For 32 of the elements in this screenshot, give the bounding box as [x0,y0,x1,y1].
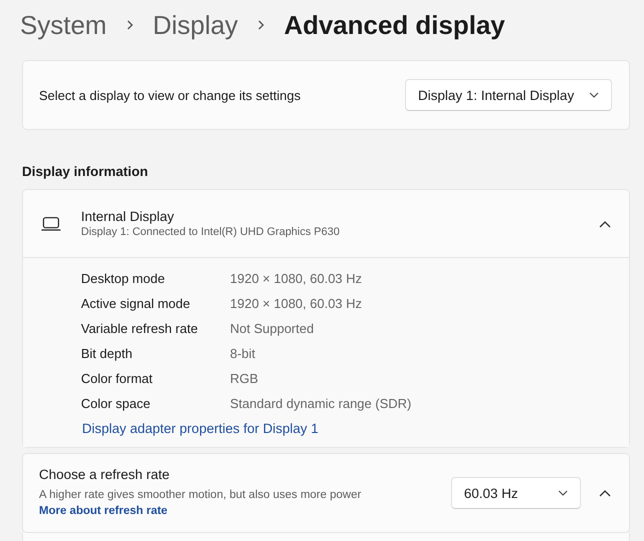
breadcrumb-item[interactable]: System [20,10,107,40]
breadcrumb-item[interactable]: Display [152,10,238,40]
display-connection: Display 1: Connected to Intel(R) UHD Graphics P630 [81,226,341,238]
more-link[interactable]: More about refresh rate [39,505,168,517]
info-label: Color format [81,371,154,386]
setting-label: Select a display to view or change its settings [39,88,301,102]
laptop-icon [41,216,61,230]
info-value: 1920 × 1080, 60.03 Hz [230,271,362,286]
chevron-up-icon[interactable] [599,489,611,497]
breadcrumb-item: Advanced display [284,10,506,40]
display-name: Internal Display [81,209,176,224]
chevron-down-icon [558,490,568,496]
info-label: Bit depth [81,346,134,361]
chevron-right-icon [256,19,266,31]
info-value: 8-bit [230,346,256,361]
chevron-up-icon[interactable] [599,220,611,228]
setting-title: Choose a refresh rate [39,467,171,483]
info-value: Not Supported [230,321,314,336]
setting-description: A higher rate gives smoother motion, but also uses more power More about refresh rate [39,488,362,519]
info-value: RGB [230,371,258,386]
info-value: 1920 × 1080, 60.03 Hz [230,296,362,311]
adapter-properties-link[interactable]: Display adapter properties for Display 1 [82,416,318,441]
info-value: Standard dynamic range (SDR) [230,396,412,411]
info-label: Color space [81,396,152,411]
display-dropdown[interactable]: Display 1: Internal Display [405,79,612,111]
info-label: Active signal mode [81,296,192,311]
info-label: Desktop mode [81,271,166,286]
section-title: Display information [22,164,150,179]
chevron-down-icon [589,92,599,98]
chevron-right-icon [124,19,135,31]
refresh-rate-dropdown[interactable]: 60.03 Hz [451,477,581,509]
info-label: Variable refresh rate [81,321,199,336]
